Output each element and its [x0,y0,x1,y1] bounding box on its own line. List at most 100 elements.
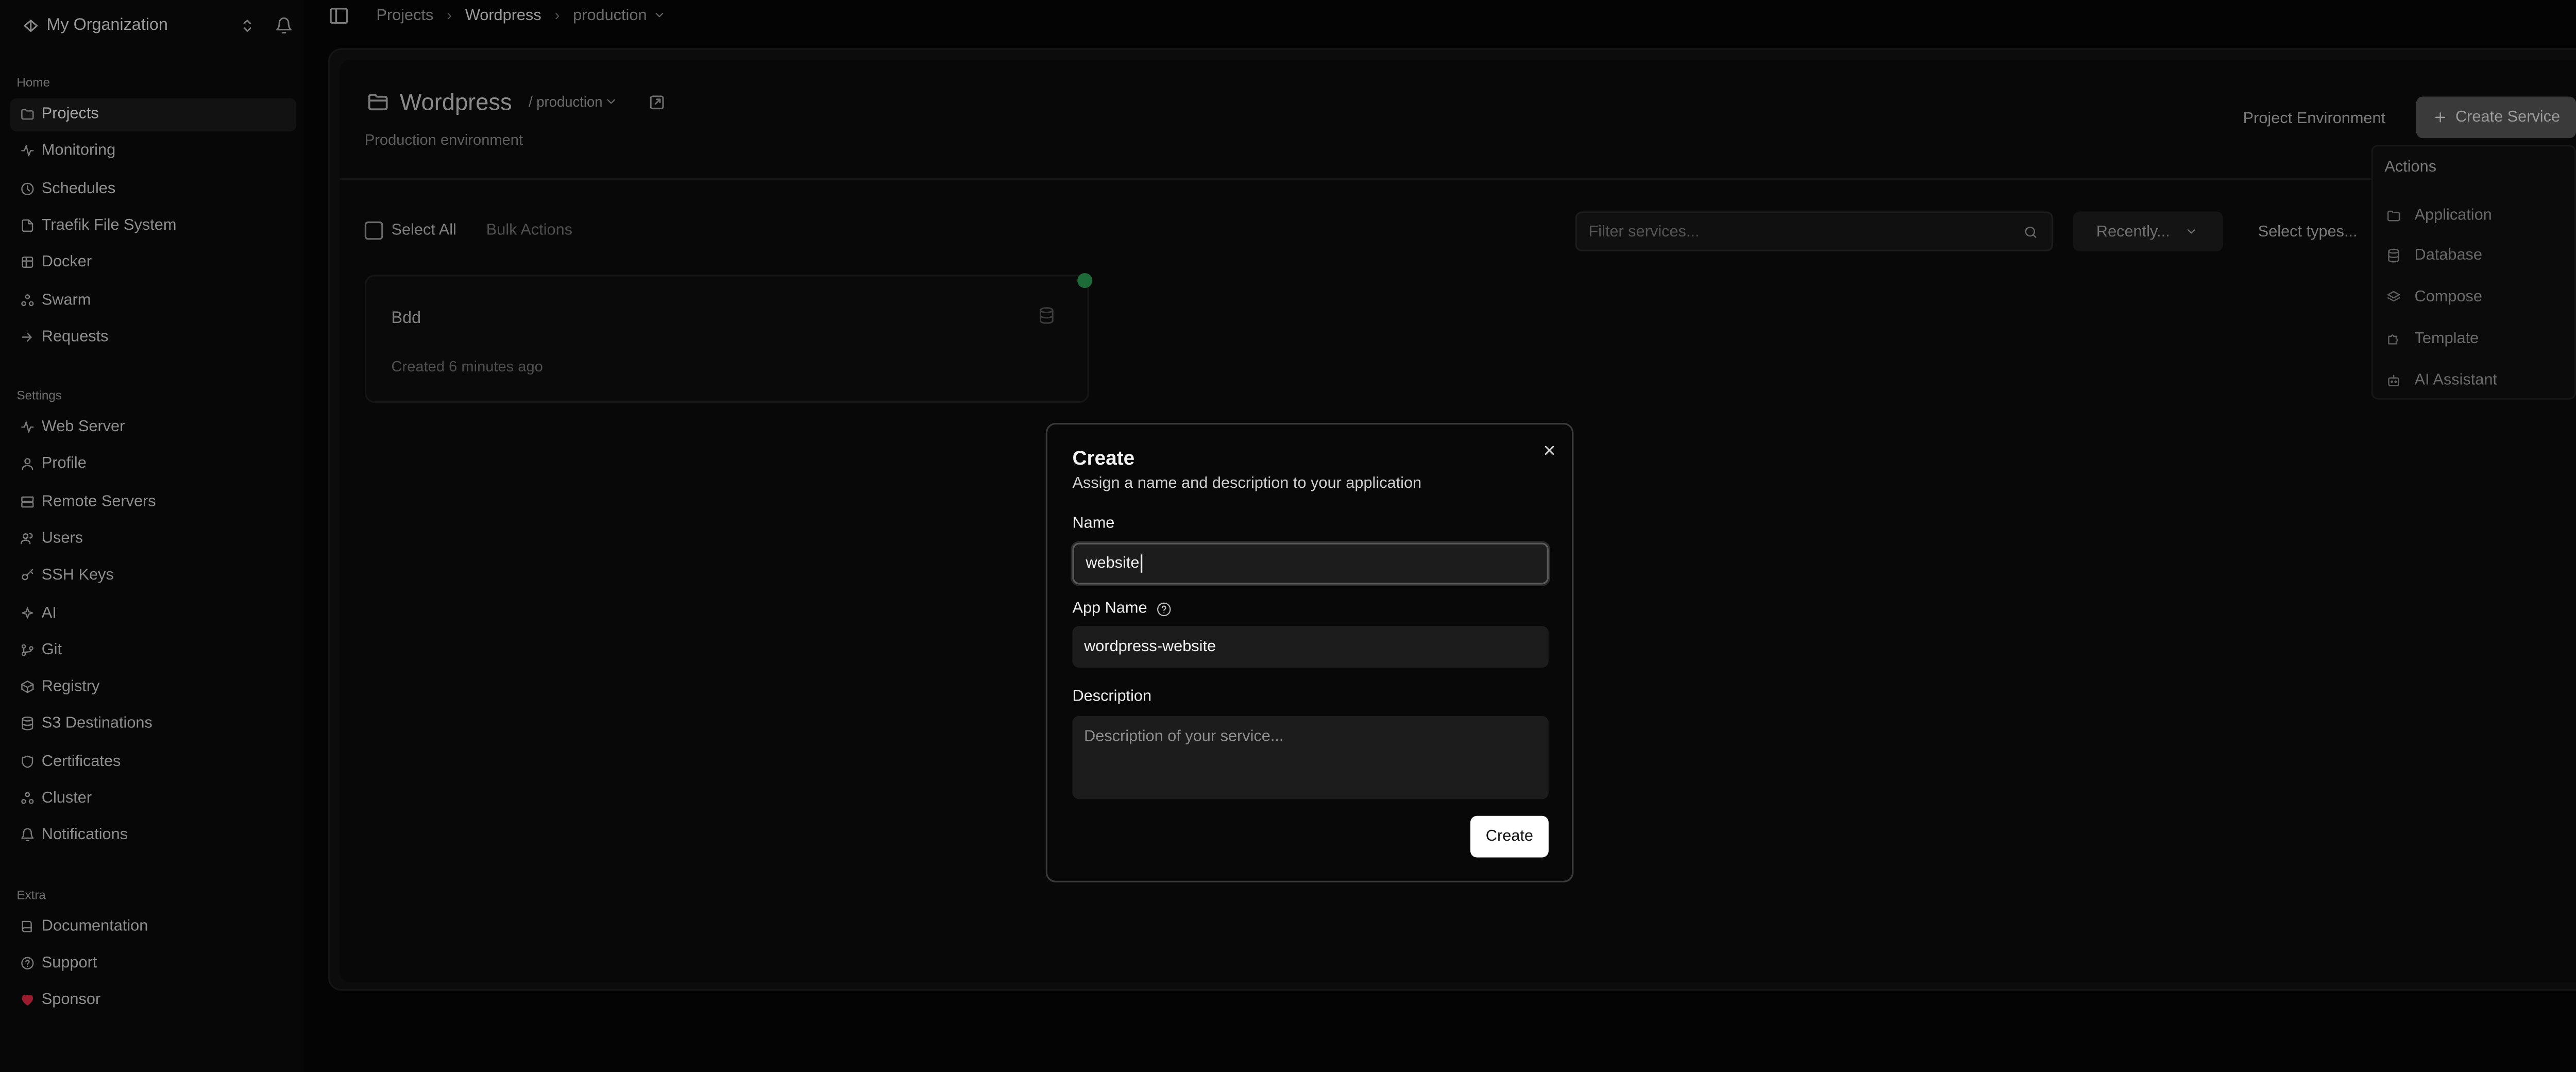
name-input[interactable]: website [1072,542,1549,585]
sidebar-item-label: Swarm [41,291,91,309]
sidebar-item-traefik-file-system[interactable]: Traefik File System [10,209,296,242]
org-logo-icon [20,15,40,35]
activity-icon [15,419,38,434]
external-link-icon[interactable] [646,90,669,113]
create-service-button[interactable]: Create Service [2416,96,2576,139]
chevron-down-icon [603,95,619,108]
sidebar-item-registry[interactable]: Registry [10,670,296,704]
project-environment-button[interactable]: Project Environment [2231,100,2397,137]
environment-selector[interactable]: / production [529,93,619,110]
sidebar-item-support[interactable]: Support [10,946,296,980]
sidebar-item-remote-servers[interactable]: Remote Servers [10,485,296,518]
header-divider [340,178,2576,180]
sidebar-item-label: Projects [41,105,99,124]
sidebar-item-label: Git [41,640,62,659]
project-description: Production environment [364,131,523,148]
sidebar-item-label: Docker [41,253,92,272]
sidebar-item-monitoring[interactable]: Monitoring [10,134,296,168]
sidebar-toggle-icon[interactable] [326,3,349,26]
sidebar-item-label: Registry [41,677,100,696]
sidebar-item-users[interactable]: Users [10,522,296,555]
environment-label: / production [528,93,603,110]
org-name: My Organization [46,15,168,35]
sidebar-item-certificates[interactable]: Certificates [10,744,296,778]
bell-icon[interactable] [273,16,293,35]
chevrons-up-down-icon[interactable] [236,16,257,35]
sidebar-item-ai[interactable]: AI [10,596,296,629]
actions-item-label: AI Assistant [2414,370,2497,389]
sidebar-item-sponsor[interactable]: Sponsor [10,983,296,1017]
database-icon [15,717,38,731]
actions-item-label: Compose [2414,288,2483,307]
puzzle-icon [2384,331,2401,346]
database-icon [1036,304,1056,325]
description-textarea[interactable]: Description of your service... [1072,716,1549,799]
chevron-down-icon [2183,225,2200,238]
breadcrumb-projects[interactable]: Projects [376,6,433,24]
name-input-value: website [1086,554,1140,573]
actions-item-compose[interactable]: Compose [2373,279,2574,316]
breadcrumb-environment[interactable]: production [573,6,647,24]
sidebar-item-swarm[interactable]: Swarm [10,283,296,316]
folder-icon [2384,207,2401,222]
select-all-checkbox[interactable] [364,221,383,240]
dialog-title: Create [1072,446,1135,470]
sidebar-item-cluster[interactable]: Cluster [10,781,296,815]
type-select[interactable]: Select types... [2248,211,2358,251]
sidebar-item-s3-destinations[interactable]: S3 Destinations [10,707,296,741]
close-icon[interactable] [1538,439,1558,460]
help-circle-icon[interactable] [1156,600,1174,618]
project-header: Wordpress / production [365,88,669,115]
app-name-input[interactable]: wordpress-website [1072,626,1549,668]
sidebar-item-label: Monitoring [41,142,116,161]
users-icon [15,531,38,546]
breadcrumb-separator: › [554,6,560,24]
search-icon [2018,224,2041,239]
sidebar-item-label: S3 Destinations [41,714,152,734]
sidebar-item-profile[interactable]: Profile [10,448,296,481]
clock-icon [15,181,38,196]
sidebar-item-web-server[interactable]: Web Server [10,411,296,444]
sidebar: My Organization Home Projects Monitoring S… [0,0,305,1072]
text-caret [1141,554,1143,573]
server-icon [15,494,38,509]
sidebar-item-label: Profile [41,455,87,473]
sidebar-item-docker[interactable]: Docker [10,246,296,279]
user-icon [15,457,38,472]
bell-icon [15,828,38,843]
sidebar-item-documentation[interactable]: Documentation [10,909,296,943]
git-icon [15,642,38,657]
service-created-time: Created 6 minutes ago [391,358,543,375]
section-label-settings: Settings [16,388,62,403]
sidebar-item-schedules[interactable]: Schedules [10,172,296,205]
sidebar-item-requests[interactable]: Requests [10,320,296,354]
chevron-down-icon[interactable] [652,8,668,22]
ai-icon [15,605,38,620]
description-label: Description [1072,687,1152,706]
org-switcher[interactable]: My Organization [13,7,293,43]
sidebar-item-label: Documentation [41,916,148,935]
cluster-icon [15,791,38,806]
actions-item-database[interactable]: Database [2373,238,2574,275]
sidebar-item-git[interactable]: Git [10,633,296,667]
service-card[interactable]: Bdd Created 6 minutes ago [364,273,1093,403]
filter-services-input[interactable]: Filter services... [1575,211,2054,252]
actions-item-application[interactable]: Application [2373,196,2574,233]
sidebar-item-ssh-keys[interactable]: SSH Keys [10,559,296,592]
actions-item-template[interactable]: Template [2373,320,2574,357]
sidebar-item-notifications[interactable]: Notifications [10,819,296,853]
sidebar-item-projects[interactable]: Projects [10,97,297,131]
bulk-actions-button[interactable]: Bulk Actions [486,222,572,240]
help-icon [15,956,38,971]
filter-placeholder: Filter services... [1588,222,1700,241]
layers-icon [2384,290,2401,305]
sort-select[interactable]: Recently... [2073,211,2223,252]
breadcrumb-separator: › [447,6,452,24]
sidebar-item-label: Certificates [41,752,121,771]
heart-icon [15,993,38,1008]
sidebar-item-label: Traefik File System [41,216,177,235]
breadcrumb-project[interactable]: Wordpress [465,6,541,24]
actions-item-ai-assistant[interactable]: AI Assistant [2373,362,2574,398]
create-submit-button[interactable]: Create [1470,815,1549,858]
select-all[interactable]: Select All [364,221,456,240]
